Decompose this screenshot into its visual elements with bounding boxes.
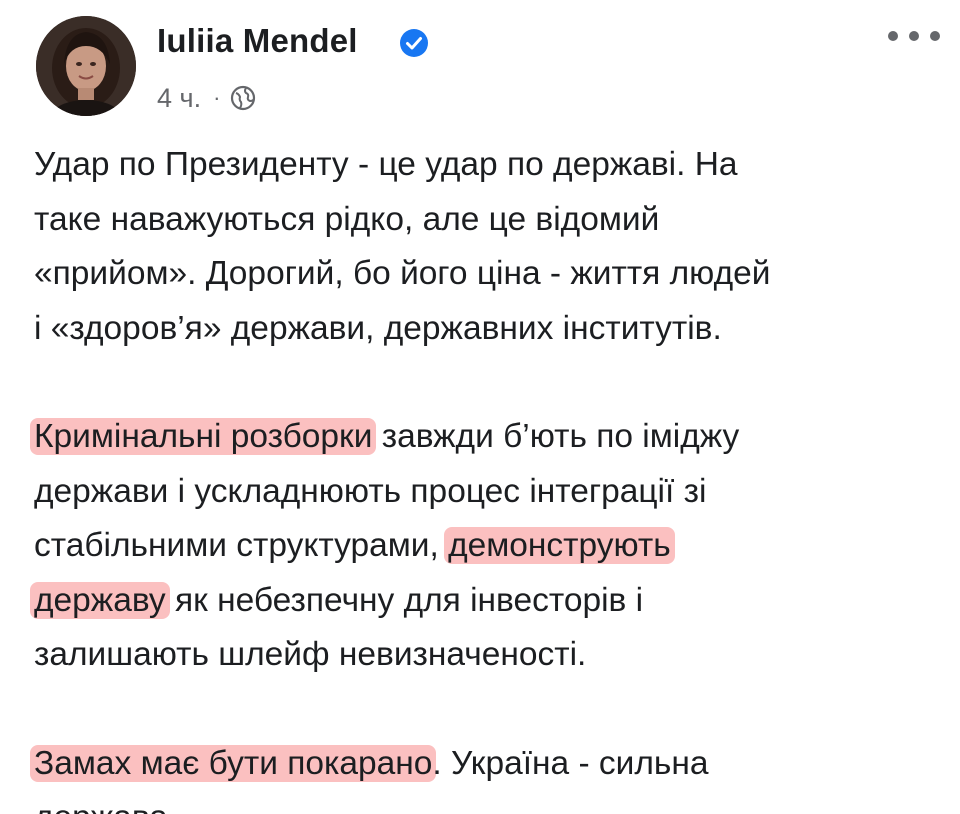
- author-name[interactable]: Iuliia Mendel: [157, 22, 358, 60]
- paragraph-1: Удар по Президенту - це удар по державі.…: [34, 138, 934, 356]
- text-line: Кримінальні розборки завжди б’ють по імі…: [30, 410, 934, 465]
- text-line: держави і ускладнюють процес інтеграції …: [34, 472, 707, 510]
- highlight-marker: Кримінальні розборки: [30, 418, 377, 455]
- text-span: як небезпечну для інвесторів і: [165, 581, 644, 619]
- meta-separator: ·: [213, 85, 221, 110]
- highlight-marker: демонструють: [444, 527, 675, 564]
- text-line: державу як небезпечну для інвесторів і: [30, 574, 934, 629]
- text-line: стабільними структурами, демонструють: [34, 519, 934, 574]
- post-meta: 4 ч. ·: [157, 80, 256, 116]
- post-text: Удар по Президенту - це удар по державі.…: [30, 138, 934, 814]
- more-dot: [930, 31, 940, 41]
- text-span: завжди б’ють по іміджу: [372, 418, 740, 455]
- highlight-marker: Замах має бути покарано: [30, 744, 437, 782]
- text-span: стабільними структурами,: [34, 527, 449, 564]
- text-line: таке наважуються рідко, але це відомий: [34, 200, 660, 238]
- paragraph-3: Замах має бути покарано. Україна - сильн…: [30, 737, 934, 814]
- text-line: залишають шлейф невизначеності.: [34, 636, 587, 673]
- text-line: держава.: [34, 791, 934, 814]
- text-span: . Україна - сильна: [432, 744, 709, 782]
- post-timestamp[interactable]: 4 ч.: [157, 83, 201, 114]
- paragraph-2: Кримінальні розборки завжди б’ють по імі…: [30, 410, 934, 683]
- facebook-post: Iuliia Mendel 4 ч. · Удар по Президенту …: [0, 0, 960, 814]
- text-line: Замах має бути покарано. Україна - сильн…: [30, 737, 934, 792]
- text-line: «прийом». Дорогий, бо його ціна - життя …: [34, 255, 771, 292]
- text-line: Удар по Президенту - це удар по державі.…: [34, 146, 738, 183]
- text-line: і «здоров’я» держави, державних інститут…: [34, 309, 722, 347]
- avatar-photo: [36, 16, 136, 116]
- highlight-marker: державу: [30, 581, 170, 619]
- more-dot: [888, 31, 898, 41]
- more-dot: [909, 31, 919, 41]
- verified-badge-icon: [400, 29, 428, 57]
- more-options-button[interactable]: [888, 24, 940, 48]
- globe-icon[interactable]: [230, 85, 256, 111]
- avatar[interactable]: [36, 16, 136, 116]
